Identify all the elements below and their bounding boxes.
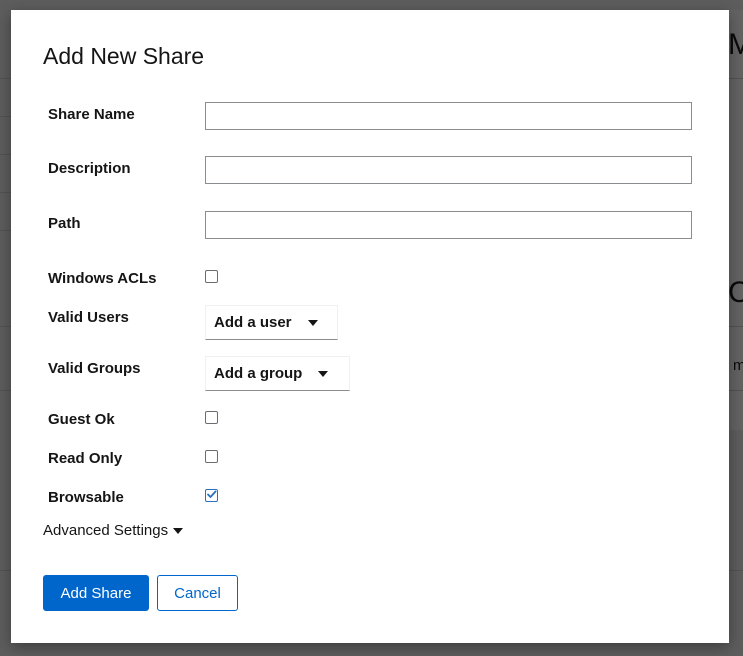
path-input[interactable] [205,211,692,239]
valid-groups-dropdown[interactable]: Add a group [205,356,350,391]
share-name-input[interactable] [205,102,692,130]
caret-down-icon [318,370,329,377]
description-input[interactable] [205,156,692,184]
windows-acls-checkbox[interactable] [205,270,218,283]
cancel-button[interactable]: Cancel [157,575,238,611]
add-share-button[interactable]: Add Share [43,575,149,611]
browsable-label: Browsable [48,489,124,506]
advanced-settings-label: Advanced Settings [43,522,169,539]
guest-ok-label: Guest Ok [48,411,115,428]
valid-users-dropdown[interactable]: Add a user [205,305,338,340]
description-label: Description [48,160,131,177]
valid-groups-dropdown-text: Add a group [214,365,303,382]
share-name-label: Share Name [48,106,135,123]
browsable-checkbox[interactable] [205,489,218,502]
valid-groups-label: Valid Groups [48,360,141,377]
checkmark-icon [207,490,217,498]
guest-ok-checkbox[interactable] [205,411,218,424]
advanced-settings-toggle[interactable]: Advanced Settings [43,522,184,539]
caret-down-icon [173,527,184,534]
caret-down-icon [307,319,318,326]
read-only-checkbox[interactable] [205,450,218,463]
valid-users-label: Valid Users [48,309,129,326]
valid-users-dropdown-text: Add a user [214,314,292,331]
read-only-label: Read Only [48,450,123,467]
modal-title: Add New Share [43,43,205,69]
windows-acls-label: Windows ACLs [48,270,157,287]
add-share-modal: Add New Share Share Name Description Pat… [11,10,729,643]
path-label: Path [48,215,81,232]
